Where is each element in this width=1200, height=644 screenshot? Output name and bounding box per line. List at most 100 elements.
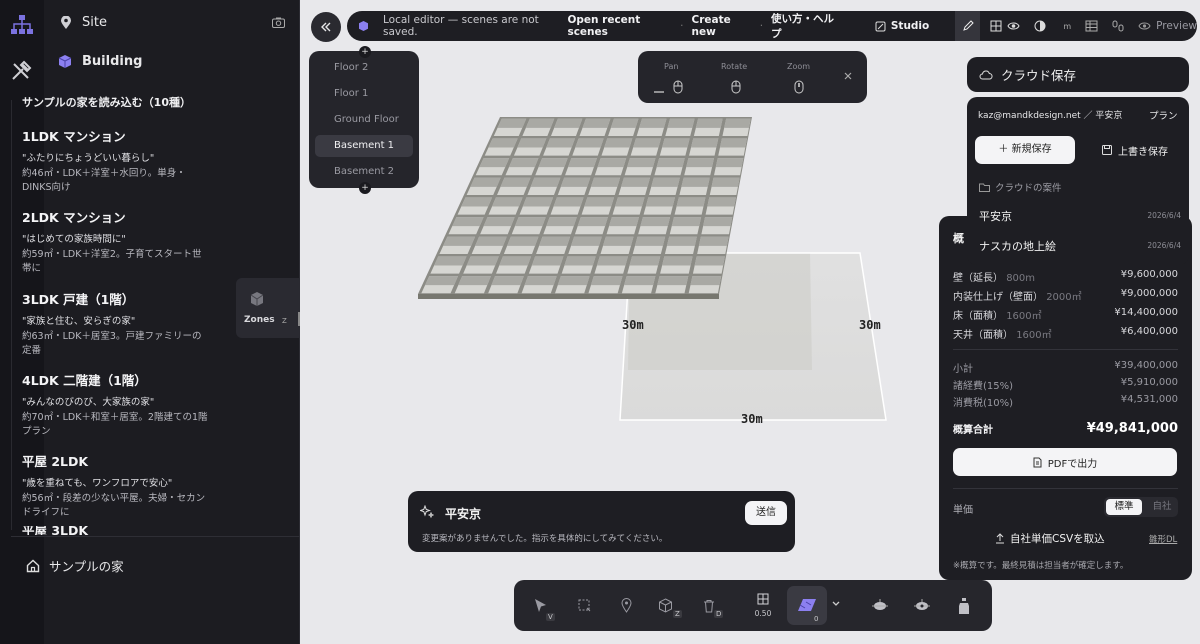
site-item[interactable]: Site: [60, 15, 107, 30]
grid-snap-button[interactable]: 0.50: [746, 580, 780, 631]
room-wall-shade: [507, 236, 539, 246]
help-button[interactable]: 使い方・ヘルプ: [771, 11, 837, 41]
cloud-icon: [979, 70, 993, 80]
zone-tool-button[interactable]: Z: [648, 580, 682, 631]
room-wall-shade: [560, 177, 591, 187]
preview-button[interactable]: Preview: [1138, 20, 1197, 32]
overwrite-save-button[interactable]: 上書き保存: [1085, 136, 1185, 164]
sparkle-icon: [420, 505, 434, 519]
create-new-button[interactable]: Create new: [692, 14, 752, 38]
floor-item[interactable]: Floor 1: [315, 83, 413, 105]
room-wall-shade: [452, 217, 484, 227]
chevron-down-icon[interactable]: [832, 601, 840, 607]
estimate-heading: 概: [953, 232, 964, 245]
studio-label: Studio: [890, 20, 930, 32]
collapse-sidebar-button[interactable]: [311, 12, 341, 42]
project-item[interactable]: ナスカの地上絵 2026/6/4: [967, 231, 1189, 259]
room-wall-shade: [615, 197, 645, 207]
close-icon[interactable]: [844, 72, 852, 80]
tax-row: 消費税(10%) ¥4,531,000: [953, 394, 1178, 409]
room-wall-shade: [497, 118, 527, 128]
room-wall-shade: [466, 256, 499, 266]
floor-tool-button[interactable]: 0: [787, 586, 827, 625]
unit-standard-option[interactable]: 標準: [1106, 499, 1142, 515]
upload-icon: [995, 533, 1005, 544]
send-button[interactable]: 送信: [745, 501, 787, 525]
contrast-icon[interactable]: [1034, 20, 1046, 32]
floor-item-selected[interactable]: Basement 1: [315, 135, 413, 157]
floor-item[interactable]: Floor 2: [315, 57, 413, 79]
cost-label: 天井（面積）: [953, 330, 1013, 341]
room-wall-shade: [657, 276, 689, 286]
divider: [11, 536, 300, 537]
sample-card-hiraya-3ldk[interactable]: 平屋 3LDK: [22, 526, 232, 535]
project-item[interactable]: 平安京 2026/6/4: [967, 201, 1189, 229]
zoom-mouse-icon[interactable]: [794, 80, 804, 94]
room-wall-shade: [603, 236, 634, 246]
unit-m-toggle[interactable]: m: [1063, 22, 1071, 31]
pdf-export-button[interactable]: PDFで出力: [953, 448, 1177, 476]
spray-bottle-icon: [957, 597, 971, 615]
unit-company-option[interactable]: 自社: [1148, 499, 1176, 515]
spray-tool-button[interactable]: [947, 580, 981, 631]
room-wall-shade: [624, 276, 656, 286]
cloud-save-button[interactable]: クラウド保存: [967, 57, 1189, 92]
floor-item[interactable]: Ground Floor: [315, 109, 413, 131]
site-tree-icon[interactable]: [10, 14, 34, 36]
room-wall-shade: [584, 197, 615, 207]
studio-button[interactable]: Studio: [875, 20, 929, 32]
template-download-link[interactable]: 雛形DL: [1149, 533, 1177, 545]
sample-home-item[interactable]: サンプルの家: [26, 556, 124, 575]
samples-heading: サンプルの家を読み込む（10種）: [22, 96, 191, 109]
pencil-tool-button[interactable]: [955, 11, 981, 41]
add-floor-above-icon[interactable]: +: [359, 46, 371, 58]
open-recent-button[interactable]: Open recent scenes: [567, 14, 672, 38]
eye-icon[interactable]: [1007, 21, 1020, 31]
csv-import-button[interactable]: 自社単価CSVを取込: [995, 531, 1105, 546]
account-label: kaz@mandkdesign.net ／ 平安京: [978, 111, 1123, 121]
csv-import-label: 自社単価CSVを取込: [1010, 533, 1105, 545]
pan-mouse-icon[interactable]: [653, 80, 685, 94]
room-wall-shade: [568, 158, 597, 168]
sample-desc: ドライフに: [22, 507, 70, 518]
building-grid[interactable]: [418, 117, 752, 299]
room-wall-shade: [610, 118, 639, 128]
light-tool-button[interactable]: [863, 580, 897, 631]
room-wall-shade: [597, 158, 627, 168]
sample-card-3ldk[interactable]: 3LDK 戸建（1階） "家族と住む、安らぎの家" 約63㎡・LDK＋居室3。戸…: [22, 289, 232, 358]
place-marker-button[interactable]: [609, 580, 643, 631]
building-item[interactable]: Building: [58, 54, 142, 69]
building-front-edge: [418, 294, 719, 299]
grid-view-icon[interactable]: [990, 20, 1002, 32]
room-wall-shade: [694, 256, 725, 266]
camera-tool-button[interactable]: [905, 580, 939, 631]
room-wall-shade: [703, 217, 733, 227]
add-floor-below-icon[interactable]: +: [359, 182, 371, 194]
rotate-mouse-icon[interactable]: [731, 80, 741, 94]
zones-tab[interactable]: Zones Z: [236, 278, 300, 338]
sample-desc: 帯に: [22, 263, 42, 274]
select-tool-button[interactable]: V: [523, 580, 557, 631]
camera-icon[interactable]: [272, 17, 285, 28]
room-wall-shade: [627, 158, 656, 168]
room-wall-shade: [479, 158, 510, 168]
plan-link[interactable]: プラン: [1149, 108, 1178, 122]
building-view-icon[interactable]: [1085, 20, 1098, 32]
total-amount: ¥49,841,000: [1086, 421, 1178, 436]
box-select-button[interactable]: [567, 580, 601, 631]
cost-row: 床（面積） 1600㎡ ¥14,400,000: [953, 307, 1178, 322]
new-save-button[interactable]: ＋ 新規保存: [975, 136, 1075, 164]
sample-card-hiraya-2ldk[interactable]: 平屋 2LDK "歳を重ねても、ワンフロアで安心" 約56㎡・段差の少ない平屋。…: [22, 451, 232, 520]
sample-desc: 約56㎡・段差の少ない平屋。夫婦・セカン: [22, 493, 206, 504]
walk-mode-icon[interactable]: [1112, 20, 1124, 33]
delete-tool-button[interactable]: D: [692, 580, 726, 631]
map-pin-icon: [60, 15, 72, 30]
floor-item[interactable]: Basement 2: [315, 161, 413, 183]
sample-card-4ldk[interactable]: 4LDK 二階建（1階） "みんなのびのび、大家族の家" 約70㎡・LDK＋和室…: [22, 370, 232, 439]
cost-row: 天井（面積） 1600㎡ ¥6,400,000: [953, 326, 1178, 341]
sample-card-2ldk[interactable]: 2LDK マンション "はじめての家族時間に" 約59㎡・LDK＋洋室2。子育て…: [22, 207, 232, 276]
sample-card-1ldk[interactable]: 1LDK マンション "ふたりにちょうどいい暮らし" 約46㎡・LDK＋洋室＋水…: [22, 126, 232, 195]
divider: [953, 488, 1178, 489]
tools-icon[interactable]: [10, 60, 32, 82]
room-wall-shade: [491, 276, 524, 286]
